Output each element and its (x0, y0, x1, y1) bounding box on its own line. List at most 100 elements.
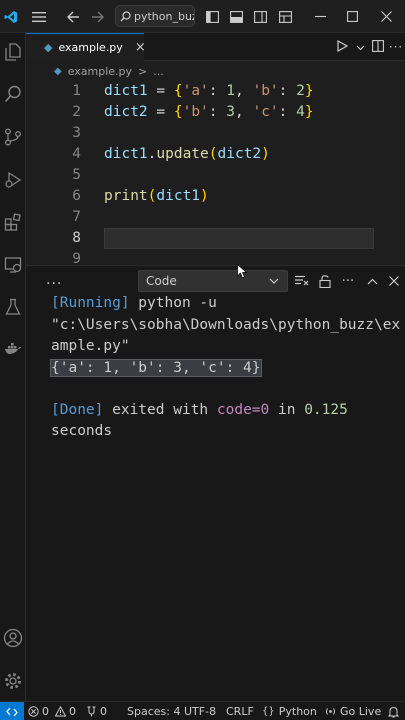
docker-icon[interactable] (0, 334, 26, 364)
run-debug-icon[interactable] (0, 165, 26, 195)
code-line[interactable]: 8 (26, 228, 405, 249)
exit-code-text: code=0 (216, 402, 270, 418)
more-actions-icon[interactable]: ··· (387, 40, 405, 54)
python-file-icon: ◆ (44, 41, 53, 54)
search-icon (120, 10, 131, 21)
toggle-panel-icon[interactable] (226, 0, 246, 33)
line-number: 3 (72, 125, 81, 141)
in-text: in (269, 402, 305, 418)
remote-indicator-icon[interactable] (0, 702, 24, 720)
broadcast-icon (326, 708, 335, 715)
clear-output-icon[interactable] (292, 266, 312, 296)
indentation-indicator[interactable]: Spaces: 4 (127, 702, 180, 720)
output-line-running: [Running] python -u (51, 295, 217, 314)
output-line-path-end: ample.py" (51, 338, 130, 354)
code-token: print (104, 188, 148, 204)
warning-icon (55, 706, 66, 717)
elapsed-time: 0.125 (304, 402, 348, 418)
code-token: } (304, 83, 314, 99)
explorer-icon[interactable] (0, 37, 26, 67)
result-text-selected[interactable]: {'a': 1, 'b': 3, 'c': 4} (50, 359, 262, 377)
code-token: ) (261, 146, 270, 162)
code-line[interactable]: 2 dict2 = {'b': 3, 'c': 4} (26, 102, 405, 123)
code-line[interactable]: 1 dict1 = {'a': 1, 'b': 2} (26, 81, 405, 102)
code-line[interactable]: 6 print(dict1) (26, 186, 405, 207)
run-file-icon[interactable] (333, 39, 351, 55)
code-line[interactable]: 7 (26, 207, 405, 228)
code-token: : (208, 104, 227, 120)
current-line-highlight (104, 228, 374, 249)
search-text: python_buzz (134, 9, 194, 23)
close-window-icon[interactable] (374, 0, 398, 33)
line-number: 6 (72, 188, 81, 204)
breadcrumb-symbols[interactable]: ... (153, 65, 164, 78)
code-token: { (173, 83, 183, 99)
output-channel-select[interactable]: Code (138, 270, 288, 292)
problems-indicator[interactable]: 0 0 (28, 702, 76, 720)
forward-arrow-icon[interactable] (87, 0, 107, 33)
line-number: 7 (72, 209, 81, 225)
code-text: dict1.update(dict2) (104, 144, 270, 165)
search-icon[interactable] (0, 79, 26, 109)
status-bar: 0 0 0 Spaces: 4 UTF-8 CRLF {} Python Go … (0, 701, 405, 720)
language-mode-indicator[interactable]: {} Python (262, 702, 317, 720)
go-live-label: Go Live (340, 705, 382, 718)
code-token: , (235, 83, 253, 99)
split-editor-icon[interactable] (369, 39, 387, 55)
vscode-logo-icon (0, 0, 22, 33)
code-line[interactable]: 9 (26, 249, 405, 265)
toggle-secondary-sidebar-icon[interactable] (250, 0, 270, 33)
close-panel-icon[interactable] (384, 266, 404, 296)
extensions-icon[interactable] (0, 207, 26, 237)
code-token: 'c' (252, 104, 279, 120)
manage-gear-icon[interactable] (0, 666, 26, 696)
run-options-chevron-icon[interactable] (351, 40, 369, 54)
menu-icon[interactable] (28, 0, 50, 33)
maximize-panel-chevron-up-icon[interactable] (362, 266, 382, 296)
toggle-primary-sidebar-icon[interactable] (202, 0, 222, 33)
source-control-icon[interactable] (0, 122, 26, 152)
code-text: dict1 = {'a': 1, 'b': 2} (104, 81, 314, 102)
code-token: = (147, 104, 174, 120)
code-token: dict1 (104, 83, 148, 99)
notifications-bell-icon[interactable] (388, 702, 399, 720)
go-live-button[interactable]: Go Live (325, 702, 381, 720)
lock-scroll-icon[interactable] (315, 266, 335, 296)
back-arrow-icon[interactable] (63, 0, 83, 33)
code-token: dict1 (156, 188, 201, 204)
close-tab-icon[interactable]: × (135, 40, 146, 55)
tab-example-py[interactable]: ◆ example.py × (26, 33, 146, 61)
code-token: dict2 (104, 104, 148, 120)
editor-tab-bar: ◆ example.py × ··· (26, 33, 405, 61)
output-panel[interactable]: [Running] python -u "c:\Users\sobha\Down… (26, 295, 405, 701)
code-editor[interactable]: 1 dict1 = {'a': 1, 'b': 2} 2 dict2 = {'b': … (26, 81, 405, 265)
code-token: dict1 (104, 146, 148, 162)
code-token: 4 (296, 104, 305, 120)
maximize-icon[interactable] (340, 0, 364, 33)
code-token: { (173, 104, 183, 120)
customize-layout-icon[interactable] (275, 0, 295, 33)
eol-indicator[interactable]: CRLF (226, 702, 254, 720)
output-line-path: "c:\Users\sobha\Downloads\python_buzz\ex (51, 317, 401, 333)
testing-icon[interactable] (0, 292, 26, 322)
panel-more-icon[interactable]: ··· (338, 266, 358, 296)
code-line[interactable]: 5 (26, 165, 405, 186)
code-line[interactable]: 3 (26, 123, 405, 144)
ports-indicator[interactable]: 0 (86, 702, 107, 720)
code-line[interactable]: 4 dict1.update(dict2) (26, 144, 405, 165)
panel-menu-icon[interactable]: ... (46, 272, 62, 288)
editor-actions: ··· (333, 33, 405, 61)
breadcrumb-separator: > (138, 64, 148, 78)
done-label: [Done] (51, 402, 104, 418)
minimize-icon[interactable] (308, 0, 332, 33)
code-text: print(dict1) (104, 186, 209, 207)
line-number: 2 (72, 104, 81, 120)
command-center-search[interactable]: python_buzz (115, 5, 195, 27)
remote-explorer-icon[interactable] (0, 250, 26, 280)
accounts-icon[interactable] (0, 623, 26, 653)
breadcrumb: ◆ example.py > ... (26, 61, 405, 81)
encoding-indicator[interactable]: UTF-8 (184, 702, 216, 720)
line-number: 8 (72, 230, 81, 246)
breadcrumb-file[interactable]: example.py (68, 65, 132, 78)
code-text: dict2 = {'b': 3, 'c': 4} (104, 102, 314, 123)
